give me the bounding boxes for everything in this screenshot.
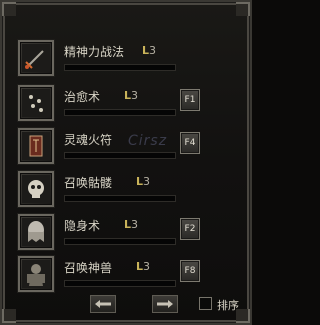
prev-page-button[interactable] xyxy=(90,295,116,313)
skill-icon-slot[interactable] xyxy=(18,40,54,76)
hotkey-button[interactable]: F4 xyxy=(180,132,200,154)
hotkey-button[interactable]: F2 xyxy=(180,218,200,240)
next-page-button[interactable] xyxy=(152,295,178,313)
sword-icon xyxy=(22,44,50,72)
sort-checkbox[interactable] xyxy=(199,297,212,310)
beast-icon xyxy=(22,260,50,288)
skill-exp-bar xyxy=(64,64,176,71)
hotkey-button[interactable]: F1 xyxy=(180,89,200,111)
skill-icon-slot[interactable] xyxy=(18,128,54,164)
skill-icon-slot[interactable] xyxy=(18,171,54,207)
sparkle-icon xyxy=(22,89,50,117)
arrow-left-icon xyxy=(95,300,111,308)
skill-name: 精神力战法 xyxy=(64,45,125,59)
skill-icon-slot[interactable] xyxy=(18,214,54,250)
skill-name: 灵魂火符 xyxy=(64,133,113,147)
skull-icon xyxy=(22,175,50,203)
skill-name: 治愈术 xyxy=(64,90,101,104)
skill-exp-bar xyxy=(64,152,176,159)
skill-row-1[interactable]: 精神力战法 L3 xyxy=(18,40,228,82)
skill-exp-bar xyxy=(64,280,176,287)
ghost-icon xyxy=(22,218,50,246)
skill-exp-bar xyxy=(64,238,176,245)
skill-row-3[interactable]: 灵魂火符 F4 xyxy=(18,128,228,170)
skills-panel: Cirsz 精神力战法 L3 治愈术 L3 F1 灵魂火符 F4 召唤骷髅 L3… xyxy=(0,0,252,325)
skill-level: L3 xyxy=(136,175,151,188)
skill-row-6[interactable]: 召唤神兽 L3 F8 xyxy=(18,256,228,298)
skill-row-5[interactable]: 隐身术 L3 F2 xyxy=(18,214,228,256)
panel-corner xyxy=(236,2,250,16)
skill-level: L3 xyxy=(136,260,151,273)
panel-corner xyxy=(2,309,16,323)
skill-name: 召唤骷髅 xyxy=(64,176,113,190)
skill-icon-slot[interactable] xyxy=(18,85,54,121)
skill-exp-bar xyxy=(64,195,176,202)
skill-exp-bar xyxy=(64,109,176,116)
arrow-right-icon xyxy=(157,300,173,308)
skill-row-2[interactable]: 治愈术 L3 F1 xyxy=(18,85,228,127)
talisman-icon xyxy=(22,132,50,160)
skill-row-4[interactable]: 召唤骷髅 L3 xyxy=(18,171,228,213)
skill-name: 召唤神兽 xyxy=(64,261,113,275)
skill-level: L3 xyxy=(124,89,139,102)
panel-corner xyxy=(2,2,16,16)
skill-level: L3 xyxy=(124,218,139,231)
hotkey-button[interactable]: F8 xyxy=(180,260,200,282)
sort-label: 排序 xyxy=(217,299,239,312)
skill-level: L3 xyxy=(142,44,157,57)
skill-name: 隐身术 xyxy=(64,219,101,233)
skill-icon-slot[interactable] xyxy=(18,256,54,292)
